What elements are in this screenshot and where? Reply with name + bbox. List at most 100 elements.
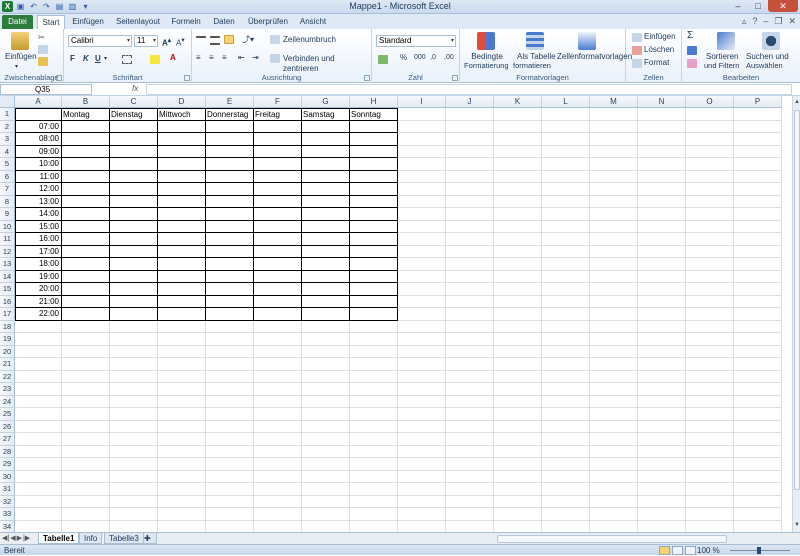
cell-styles-icon[interactable]: [578, 32, 596, 50]
schedule-cell[interactable]: [62, 220, 110, 233]
schedule-cell[interactable]: [206, 283, 254, 296]
row-header[interactable]: 26: [0, 420, 15, 433]
schedule-cell[interactable]: [350, 158, 398, 171]
zoom-slider-knob[interactable]: [757, 547, 761, 554]
paste-icon[interactable]: [11, 32, 29, 50]
schedule-cell[interactable]: [254, 220, 302, 233]
column-header[interactable]: B: [62, 96, 110, 108]
schedule-cell[interactable]: [350, 120, 398, 133]
row-header[interactable]: 9: [0, 208, 15, 221]
help-icon[interactable]: ?: [752, 16, 757, 27]
schedule-cell[interactable]: [62, 233, 110, 246]
schedule-cell[interactable]: [62, 183, 110, 196]
horizontal-scroll-thumb[interactable]: [497, 535, 727, 543]
shrink-font-icon[interactable]: A▾: [176, 36, 185, 49]
schedule-cell[interactable]: [350, 233, 398, 246]
ribbon-minimize-icon[interactable]: ▵: [742, 16, 747, 27]
row-header[interactable]: 22: [0, 370, 15, 383]
accounting-format-icon[interactable]: [378, 55, 388, 64]
schedule-cell[interactable]: [110, 258, 158, 271]
schedule-cell[interactable]: [302, 120, 350, 133]
schedule-cell[interactable]: [302, 233, 350, 246]
autosum-icon[interactable]: Σ: [687, 31, 693, 41]
row-header[interactable]: 23: [0, 383, 15, 396]
first-sheet-icon[interactable]: ◀|: [2, 534, 9, 542]
format-cells-icon[interactable]: [632, 59, 642, 68]
schedule-cell[interactable]: [302, 308, 350, 321]
row-header[interactable]: 8: [0, 195, 15, 208]
horizontal-scrollbar[interactable]: [485, 534, 790, 544]
row-header[interactable]: 17: [0, 308, 15, 321]
fill-icon[interactable]: [687, 46, 697, 55]
schedule-cell[interactable]: [62, 258, 110, 271]
tab-start[interactable]: Start: [37, 15, 65, 29]
schedule-cell[interactable]: [254, 308, 302, 321]
function-icon[interactable]: fx: [132, 84, 138, 93]
time-cell[interactable]: 17:00: [15, 245, 62, 258]
schedule-cell[interactable]: [254, 195, 302, 208]
schedule-cell[interactable]: [110, 133, 158, 146]
schedule-cell[interactable]: [350, 295, 398, 308]
normal-view-icon[interactable]: [659, 546, 670, 555]
schedule-cell[interactable]: [206, 195, 254, 208]
column-header[interactable]: P: [734, 96, 782, 108]
close-button[interactable]: ✕: [768, 0, 798, 12]
day-header-cell[interactable]: Donnerstag: [206, 108, 254, 121]
schedule-cell[interactable]: [254, 295, 302, 308]
row-header[interactable]: 19: [0, 333, 15, 346]
alignment-dialog-launcher-icon[interactable]: [364, 75, 370, 81]
tab-datei[interactable]: Datei: [2, 15, 33, 29]
row-header[interactable]: 7: [0, 183, 15, 196]
scroll-down-icon[interactable]: ▼: [793, 521, 800, 530]
day-header-cell[interactable]: Freitag: [254, 108, 302, 121]
schedule-cell[interactable]: [15, 108, 62, 121]
insert-sheet-icon[interactable]: ✚: [143, 533, 157, 544]
row-header[interactable]: 4: [0, 145, 15, 158]
schedule-cell[interactable]: [62, 170, 110, 183]
format-as-table-icon[interactable]: [526, 32, 544, 50]
schedule-cell[interactable]: [350, 195, 398, 208]
schedule-cell[interactable]: [110, 245, 158, 258]
schedule-cell[interactable]: [206, 208, 254, 221]
sheet-tab-info[interactable]: Info: [79, 533, 103, 544]
align-left-icon[interactable]: ≡: [196, 53, 201, 63]
schedule-cell[interactable]: [302, 270, 350, 283]
row-header[interactable]: 15: [0, 283, 15, 296]
time-cell[interactable]: 11:00: [15, 170, 62, 183]
select-all-button[interactable]: [0, 96, 15, 108]
decrease-decimal-icon[interactable]: ,00: [444, 53, 454, 63]
insert-cells-icon[interactable]: [632, 33, 642, 42]
schedule-cell[interactable]: [254, 245, 302, 258]
row-header[interactable]: 28: [0, 445, 15, 458]
zoom-slider[interactable]: [730, 547, 790, 554]
vertical-scrollbar[interactable]: ▲ ▼: [792, 96, 800, 532]
schedule-cell[interactable]: [110, 170, 158, 183]
align-center-icon[interactable]: ≡: [209, 53, 214, 63]
schedule-cell[interactable]: [254, 158, 302, 171]
percent-style-button[interactable]: %: [400, 53, 407, 63]
underline-dropdown-icon[interactable]: ▾: [104, 54, 107, 64]
schedule-cell[interactable]: [302, 295, 350, 308]
format-as-table-label-2[interactable]: formatieren: [513, 61, 551, 71]
column-header[interactable]: C: [110, 96, 158, 108]
schedule-cell[interactable]: [254, 145, 302, 158]
row-header[interactable]: 30: [0, 470, 15, 483]
copy-icon[interactable]: [38, 45, 48, 54]
row-header[interactable]: 10: [0, 220, 15, 233]
schedule-cell[interactable]: [110, 233, 158, 246]
schedule-cell[interactable]: [62, 195, 110, 208]
schedule-cell[interactable]: [302, 195, 350, 208]
schedule-cell[interactable]: [302, 283, 350, 296]
schedule-cell[interactable]: [206, 233, 254, 246]
maximize-button[interactable]: □: [748, 0, 768, 12]
clear-icon[interactable]: [687, 59, 697, 68]
schedule-cell[interactable]: [206, 270, 254, 283]
schedule-cell[interactable]: [254, 120, 302, 133]
schedule-cell[interactable]: [206, 145, 254, 158]
row-header[interactable]: 6: [0, 170, 15, 183]
schedule-cell[interactable]: [158, 208, 206, 221]
column-header[interactable]: G: [302, 96, 350, 108]
schedule-cell[interactable]: [110, 158, 158, 171]
doc-close-icon[interactable]: ✕: [788, 16, 796, 27]
fill-color-icon[interactable]: [150, 55, 160, 64]
